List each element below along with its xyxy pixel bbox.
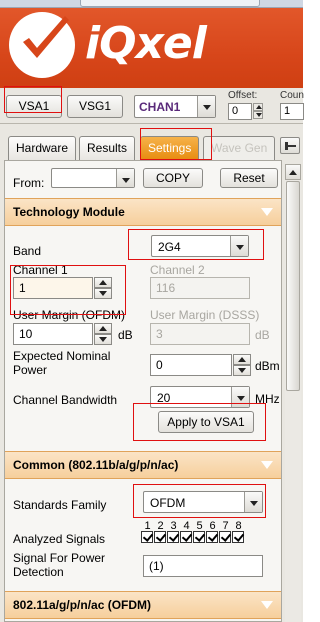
tab-wave-gen[interactable]: Wave Gen	[203, 136, 276, 160]
bandwidth-select[interactable]: 20	[150, 386, 250, 408]
bandwidth-select-value: 20	[157, 391, 171, 405]
expected-power-unit: dBm	[255, 359, 280, 373]
bandwidth-label: Channel Bandwidth	[13, 393, 118, 407]
signal-power-label-line1: Signal For Power	[13, 551, 106, 565]
channel2-input: 116	[150, 277, 250, 299]
browser-tab[interactable]	[80, 0, 260, 7]
tab-hardware[interactable]: Hardware	[8, 136, 77, 160]
chevron-down-icon[interactable]	[116, 169, 134, 187]
technology-module-header[interactable]: Technology Module	[5, 198, 281, 226]
ofdm-section-header[interactable]: 802.11a/g/p/n/ac (OFDM)	[5, 591, 281, 619]
technology-module-title: Technology Module	[13, 205, 125, 219]
chevron-down-icon[interactable]	[231, 387, 249, 407]
standards-family-label: Standards Family	[13, 498, 107, 512]
signal-power-input[interactable]: (1)	[143, 555, 263, 577]
standards-family-select-value: OFDM	[150, 496, 186, 510]
copy-button[interactable]: COPY	[143, 168, 203, 188]
expected-power-input[interactable]: 0	[150, 354, 232, 376]
channel-select[interactable]: CHAN1	[134, 95, 216, 118]
signal-checkbox-5[interactable]	[193, 531, 205, 543]
signal-checkbox-1[interactable]	[141, 531, 153, 543]
analyzed-signals-label: Analyzed Signals	[13, 532, 106, 546]
band-label: Band	[13, 244, 42, 258]
browser-tab-strip	[0, 0, 303, 8]
ofdm-section-title: 802.11a/g/p/n/ac (OFDM)	[13, 598, 152, 612]
pin-icon[interactable]	[280, 137, 300, 154]
channel-select-value: CHAN1	[139, 100, 181, 114]
chevron-down-icon[interactable]	[197, 96, 215, 117]
user-margin-ofdm-unit: dB	[118, 328, 133, 342]
tab-settings[interactable]: Settings	[140, 136, 200, 160]
vertical-scrollbar[interactable]	[285, 164, 301, 622]
settings-panel: From: COPY Reset Technology Module Band …	[4, 160, 282, 622]
reset-button[interactable]: Reset	[220, 168, 278, 188]
user-margin-ofdm-input[interactable]: 10	[13, 323, 93, 345]
channel2-label: Channel 2	[150, 263, 205, 277]
collapse-chevron-icon[interactable]	[261, 208, 273, 216]
band-select-value: 2G4	[158, 240, 181, 254]
vsa1-button[interactable]: VSA1	[6, 95, 62, 118]
tab-results[interactable]: Results	[79, 136, 136, 160]
bandwidth-unit: MHz	[255, 392, 280, 406]
channel1-input[interactable]: 1	[13, 277, 93, 299]
signal-checkbox-4[interactable]	[180, 531, 192, 543]
user-margin-dsss-label: User Margin (DSSS)	[150, 308, 260, 322]
collapse-chevron-icon[interactable]	[261, 461, 273, 469]
channel1-stepper[interactable]	[94, 277, 112, 299]
offset-label: Offset:	[228, 90, 258, 101]
main-toolbar: VSA1 VSG1 CHAN1 Offset: 0 Coun 1	[0, 88, 304, 124]
signal-power-label-line2: Detection	[13, 565, 64, 579]
user-margin-dsss-input: 3	[150, 323, 250, 345]
common-section-title: Common (802.11b/a/g/p/n/ac)	[13, 458, 179, 472]
vsg1-button[interactable]: VSG1	[67, 95, 123, 118]
analyzed-signals-checkboxes	[141, 531, 245, 545]
count-input[interactable]: 1	[280, 103, 304, 120]
user-margin-dsss-unit: dB	[255, 328, 270, 342]
from-label: From:	[13, 176, 45, 190]
channel1-label: Channel 1	[13, 263, 68, 277]
checkmark-logo-icon	[9, 12, 75, 78]
collapse-chevron-icon[interactable]	[261, 601, 273, 609]
offset-input[interactable]: 0	[228, 103, 252, 120]
chevron-down-icon[interactable]	[244, 492, 262, 512]
signal-checkbox-8[interactable]	[232, 531, 244, 543]
signal-checkbox-6[interactable]	[206, 531, 218, 543]
band-select[interactable]: 2G4	[151, 235, 249, 257]
user-margin-ofdm-label: User Margin (OFDM)	[13, 308, 126, 322]
tabs-area: Hardware Results Settings Wave Gen From:…	[0, 124, 303, 622]
offset-stepper[interactable]	[253, 103, 263, 120]
app-logo-text: iQxel	[85, 18, 207, 69]
signal-checkbox-2[interactable]	[154, 531, 166, 543]
expected-power-label-line2: Power	[13, 363, 48, 377]
common-section-header[interactable]: Common (802.11b/a/g/p/n/ac)	[5, 451, 281, 479]
apply-to-vsa1-button[interactable]: Apply to VSA1	[158, 411, 254, 433]
scroll-up-icon[interactable]	[285, 164, 301, 180]
expected-power-stepper[interactable]	[233, 354, 251, 376]
signal-checkbox-3[interactable]	[167, 531, 179, 543]
scrollbar-thumb[interactable]	[286, 181, 300, 391]
count-label: Coun	[280, 90, 304, 101]
standards-family-select[interactable]: OFDM	[143, 491, 263, 513]
chevron-down-icon[interactable]	[230, 236, 248, 256]
signal-checkbox-7[interactable]	[219, 531, 231, 543]
expected-power-label-line1: Expected Nominal	[13, 349, 111, 363]
from-select[interactable]	[51, 168, 135, 188]
app-banner: iQxel	[0, 8, 303, 88]
user-margin-ofdm-stepper[interactable]	[94, 323, 112, 345]
